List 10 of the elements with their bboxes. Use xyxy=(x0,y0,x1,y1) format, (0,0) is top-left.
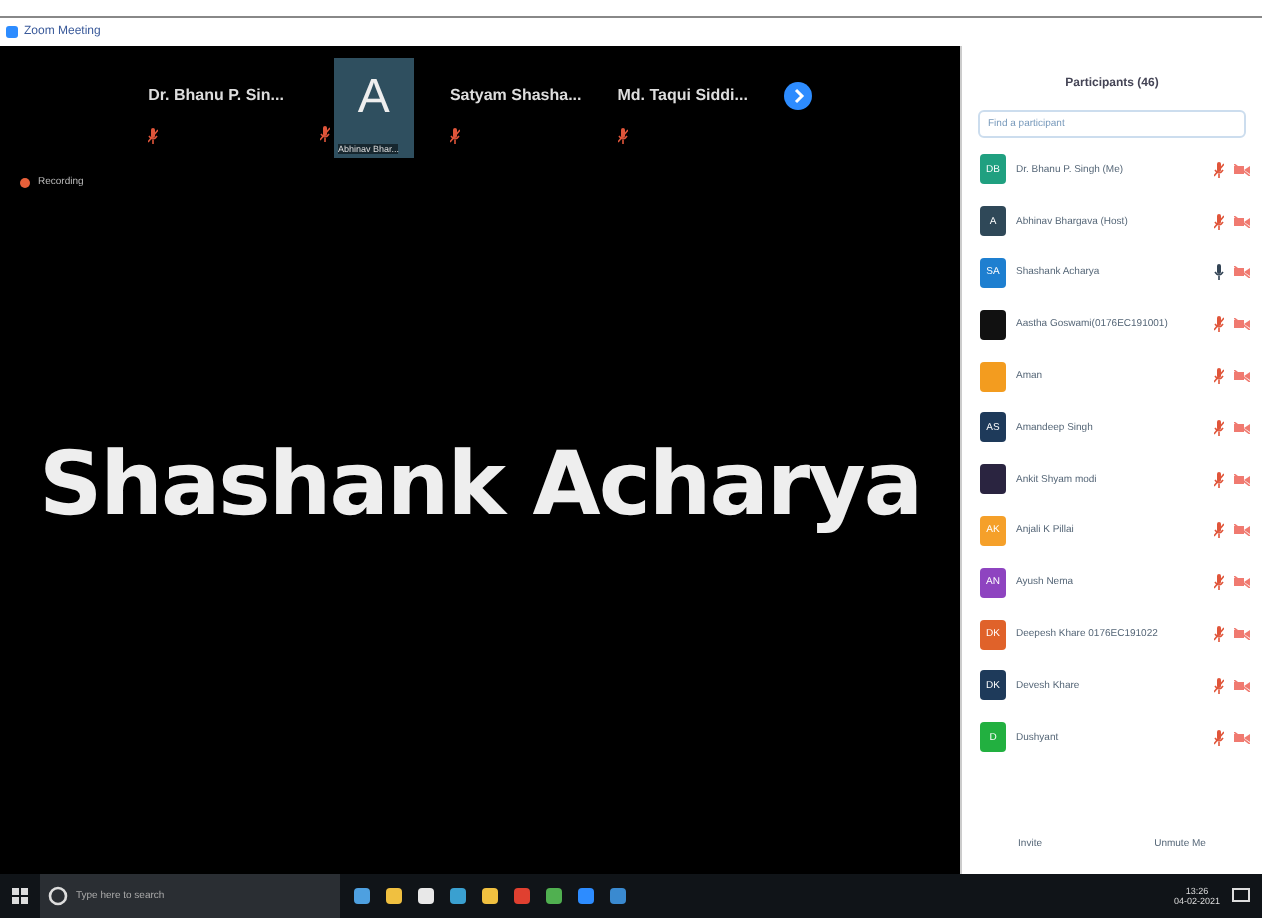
active-speaker-name: Shashank Acharya xyxy=(38,433,922,535)
avatar-initial: A xyxy=(357,70,390,126)
recording-dot-icon xyxy=(20,177,30,187)
windows-icon[interactable] xyxy=(12,888,28,904)
app-icon xyxy=(6,26,18,38)
participant-name: Md. Taqui Siddi... xyxy=(617,86,748,104)
participant-name: Satyam Shasha... xyxy=(449,86,582,104)
participant-name: Dr. Bhanu P. Sin... xyxy=(148,86,284,104)
circle-icon xyxy=(48,886,68,906)
notification-icon[interactable] xyxy=(1232,888,1250,904)
